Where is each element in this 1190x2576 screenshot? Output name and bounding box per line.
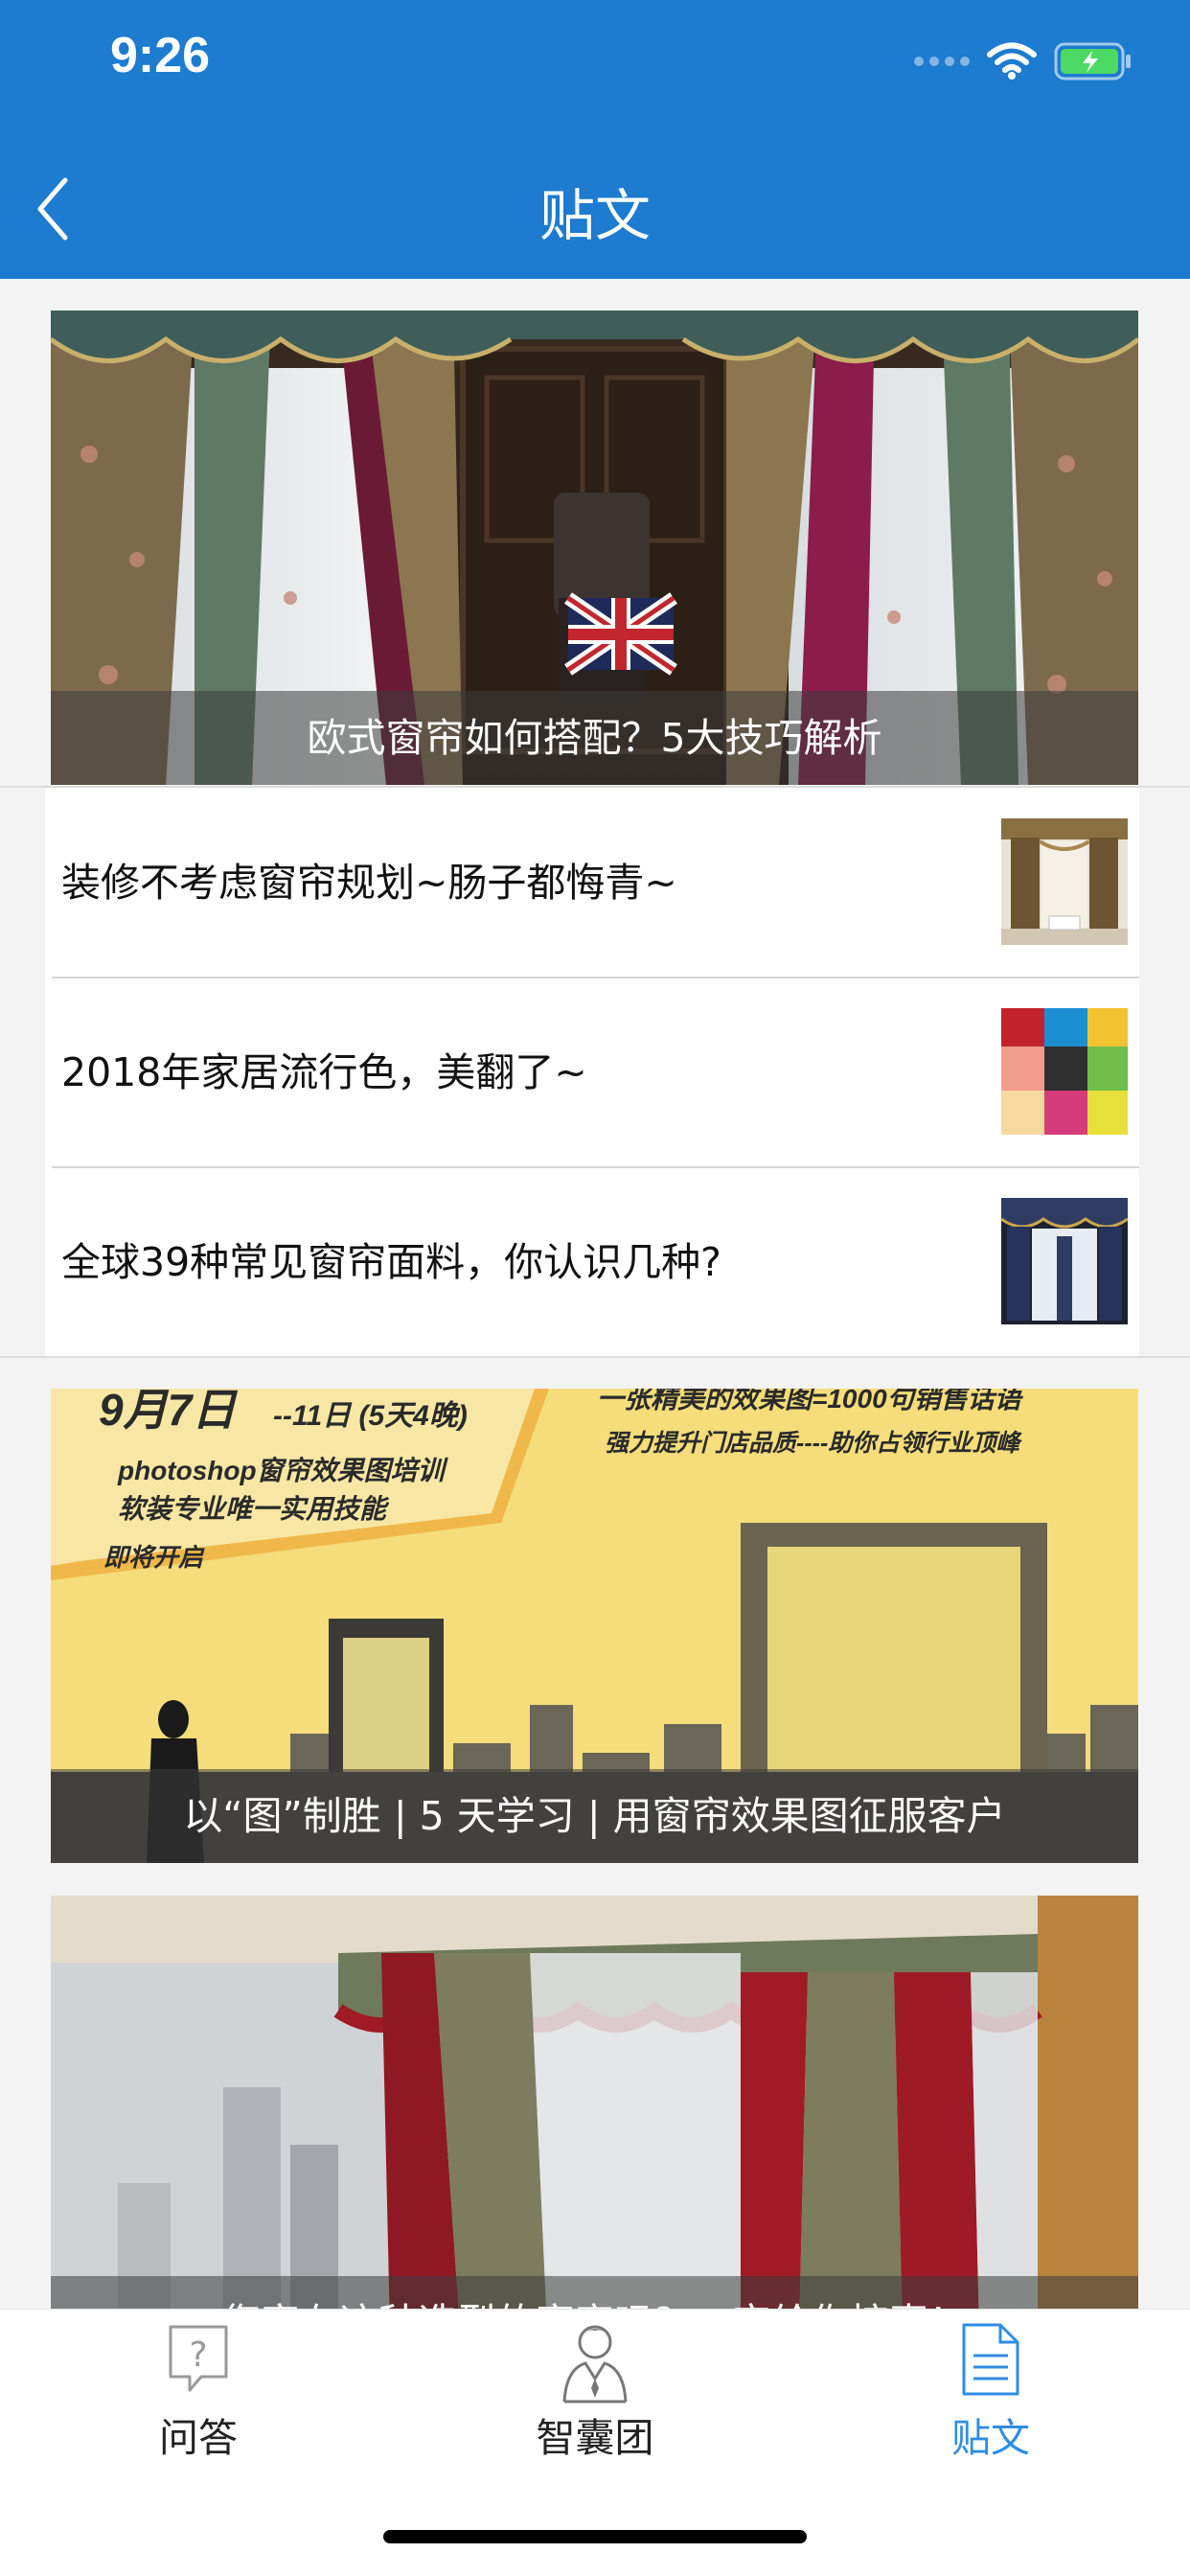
thumbnail-image-navy-curtains — [1001, 1198, 1128, 1324]
cellular-signal-icon — [914, 57, 970, 66]
thumbnail-image-curtain-room — [1001, 818, 1128, 945]
article-title: 2018年家居流行色，美翻了~ — [61, 1049, 587, 1095]
banner-caption: 欧式窗帘如何搭配？5大技巧解析 — [51, 691, 1138, 785]
wifi-icon — [987, 42, 1037, 80]
poster-line: 即将开启 — [103, 1543, 205, 1572]
list-item[interactable]: 全球39种常见窗帘面料，你认识几种? — [45, 1167, 1139, 1357]
tab-label: 贴文 — [951, 2415, 1030, 2461]
featured-article-card-3[interactable]: 您家有这种造型的窗帘吗？一定给你惊喜！ — [51, 1896, 1138, 2370]
status-indicators — [914, 40, 1133, 82]
tab-qa[interactable]: ? 问答 — [55, 2310, 342, 2482]
featured-article-card-2[interactable]: 9月7日 --11日 (5天4晚) photoshop窗帘效果图培训 软装专业唯… — [51, 1389, 1138, 1863]
home-indicator[interactable] — [383, 2530, 807, 2543]
header: 9:26 贴文 — [0, 0, 1190, 279]
list-item[interactable]: 装修不考虑窗帘规划~肠子都悔青~ — [45, 788, 1139, 978]
status-time: 9:26 — [110, 28, 211, 83]
page-title: 贴文 — [538, 183, 651, 248]
article-thumbnail — [1001, 1008, 1128, 1135]
poster-slogan: 强力提升门店品质----助你占领行业顶峰 — [605, 1430, 1022, 1457]
poster-date-range: --11日 (5天4晚) — [273, 1400, 468, 1432]
poster-slogan: 一张精美的效果图=1000句销售话语 — [597, 1389, 1026, 1414]
poster-line: 软装专业唯一实用技能 — [118, 1494, 390, 1524]
thumbnail-image-color-collage — [1001, 1008, 1128, 1135]
question-icon: ? — [169, 2325, 228, 2392]
advisor-icon — [562, 2325, 628, 2404]
article-title: 装修不考虑窗帘规划~肠子都悔青~ — [61, 860, 677, 906]
article-list: 装修不考虑窗帘规划~肠子都悔青~ 2018年家居流行色，美翻了~ 全球39种常见… — [45, 788, 1139, 1357]
tab-label: 智囊团 — [536, 2415, 654, 2461]
tab-posts[interactable]: 贴文 — [847, 2310, 1134, 2482]
article-thumbnail — [1001, 818, 1128, 945]
article-title: 全球39种常见窗帘面料，你认识几种? — [61, 1239, 721, 1285]
poster-date: 9月7日 — [99, 1389, 239, 1435]
divider — [0, 1356, 1190, 1358]
article-thumbnail — [1001, 1198, 1128, 1324]
list-item[interactable]: 2018年家居流行色，美翻了~ — [45, 978, 1139, 1167]
poster-line: photoshop窗帘效果图培训 — [117, 1456, 449, 1485]
svg-text:?: ? — [189, 2335, 207, 2375]
banner-caption: 以“图”制胜 | 5 天学习 | 用窗帘效果图征服客户 — [51, 1769, 1138, 1863]
tab-advisors[interactable]: 智囊团 — [451, 2310, 739, 2482]
battery-icon — [1054, 42, 1131, 80]
document-icon — [962, 2323, 1019, 2396]
featured-article-card-1[interactable]: 欧式窗帘如何搭配？5大技巧解析 — [51, 310, 1138, 785]
tab-label: 问答 — [159, 2415, 238, 2461]
